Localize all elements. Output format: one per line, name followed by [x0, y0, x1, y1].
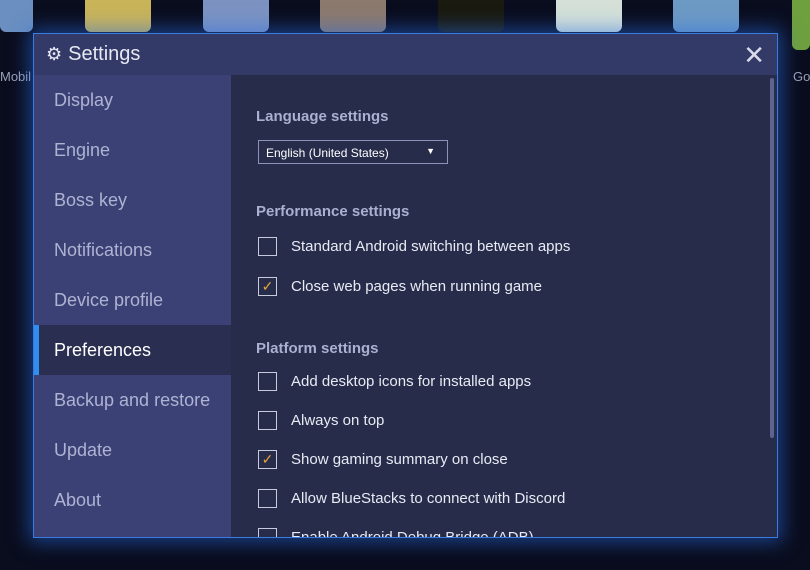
- check-icon: ✓: [261, 278, 274, 294]
- scrollbar[interactable]: [770, 78, 774, 438]
- checkbox-label: Standard Android switching between apps: [291, 238, 571, 255]
- app-icon[interactable]: [673, 0, 739, 32]
- language-heading: Language settings: [256, 108, 389, 125]
- checkbox-checked[interactable]: ✓: [258, 277, 277, 296]
- performance-heading: Performance settings: [256, 203, 410, 220]
- app-icon[interactable]: [203, 0, 269, 32]
- dialog-title: Settings: [68, 43, 141, 65]
- checkbox-always-on-top[interactable]: Always on top: [258, 411, 384, 430]
- checkbox-checked[interactable]: ✓: [258, 450, 277, 469]
- chevron-down-icon: ▼: [426, 146, 435, 156]
- checkbox[interactable]: [258, 528, 277, 537]
- checkbox-standard-android-switching[interactable]: Standard Android switching between apps: [258, 237, 570, 256]
- app-icon[interactable]: [438, 0, 504, 32]
- sidebar-item-device-profile[interactable]: Device profile: [34, 275, 231, 325]
- checkbox-adb[interactable]: Enable Android Debug Bridge (ADB): [258, 528, 534, 538]
- app-icon[interactable]: [0, 0, 33, 32]
- sidebar-item-notifications[interactable]: Notifications: [34, 225, 231, 275]
- language-value: English (United States): [266, 146, 389, 160]
- checkbox-label: Enable Android Debug Bridge (ADB): [291, 529, 534, 538]
- sidebar-item-engine[interactable]: Engine: [34, 125, 231, 175]
- checkbox-label: Show gaming summary on close: [291, 451, 508, 468]
- gear-icon: ⚙: [46, 44, 63, 64]
- checkbox[interactable]: [258, 237, 277, 256]
- app-icon[interactable]: [792, 0, 810, 50]
- app-icon[interactable]: [320, 0, 386, 32]
- sidebar-item-preferences[interactable]: Preferences: [34, 325, 231, 375]
- language-dropdown[interactable]: English (United States) ▼: [258, 140, 448, 164]
- sidebar-item-about[interactable]: About: [34, 475, 231, 525]
- checkbox-label: Close web pages when running game: [291, 278, 542, 295]
- checkbox[interactable]: [258, 411, 277, 430]
- close-button[interactable]: ✕: [743, 40, 765, 71]
- checkbox[interactable]: [258, 489, 277, 508]
- app-label: Mobil: [0, 69, 32, 84]
- checkbox-gaming-summary[interactable]: ✓ Show gaming summary on close: [258, 450, 508, 469]
- checkbox[interactable]: [258, 372, 277, 391]
- app-icon[interactable]: [85, 0, 151, 32]
- sidebar-item-backup-and-restore[interactable]: Backup and restore: [34, 375, 231, 425]
- sidebar-item-display[interactable]: Display: [34, 75, 231, 125]
- sidebar-item-boss-key[interactable]: Boss key: [34, 175, 231, 225]
- checkbox-discord[interactable]: Allow BlueStacks to connect with Discord: [258, 489, 565, 508]
- close-icon: ✕: [743, 40, 765, 70]
- title-bar: ⚙ Settings: [34, 34, 777, 75]
- preferences-panel: Language settings English (United States…: [231, 75, 777, 537]
- checkbox-desktop-icons[interactable]: Add desktop icons for installed apps: [258, 372, 531, 391]
- settings-dialog: ⚙ Settings ✕ Display Engine Boss key Not…: [33, 33, 778, 538]
- sidebar-item-update[interactable]: Update: [34, 425, 231, 475]
- checkbox-label: Add desktop icons for installed apps: [291, 373, 532, 390]
- app-icon[interactable]: [556, 0, 622, 32]
- check-icon: ✓: [261, 451, 274, 467]
- checkbox-label: Allow BlueStacks to connect with Discord: [291, 490, 566, 507]
- app-label: Go: [793, 69, 810, 84]
- checkbox-close-web-pages[interactable]: ✓ Close web pages when running game: [258, 277, 542, 296]
- sidebar: Display Engine Boss key Notifications De…: [34, 75, 231, 537]
- checkbox-label: Always on top: [291, 412, 385, 429]
- platform-heading: Platform settings: [256, 340, 379, 357]
